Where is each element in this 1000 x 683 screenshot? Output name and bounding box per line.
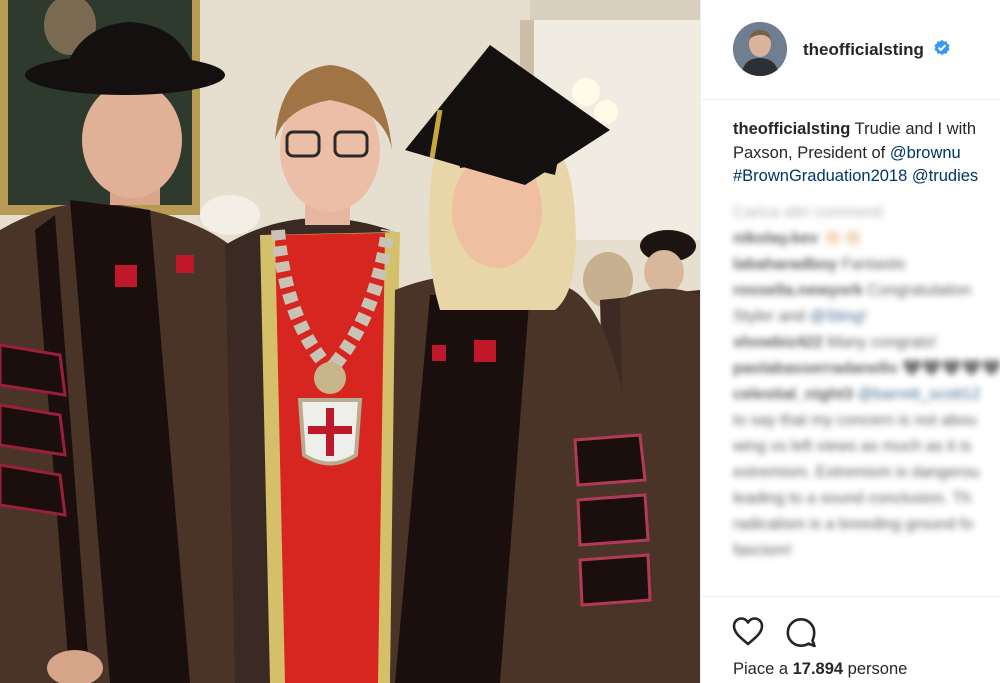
post-actions: Piace a 17.894 persone: [701, 596, 1000, 683]
avatar[interactable]: [733, 22, 787, 76]
list-item: nikolay.kev 👏🏻👏🏻: [733, 230, 863, 247]
load-more-comments[interactable]: Carica altri commenti: [733, 200, 1000, 226]
comment-username[interactable]: celestial_night3: [733, 386, 853, 403]
comment-mention[interactable]: @Sting!: [809, 308, 866, 325]
post-side-panel: theofficialsting theofficialsting Trudie…: [700, 0, 1000, 683]
list-item: leading to a sound conclusion. Th: [733, 490, 972, 507]
speech-bubble-icon[interactable]: [784, 615, 818, 649]
caption-mention-trudie[interactable]: @trudies: [912, 167, 978, 185]
comments-list: Carica altri commenti nikolay.kev 👏🏻👏🏻 l…: [733, 200, 1000, 564]
photo-illustration: [0, 0, 700, 683]
list-item: radicalism is a breeding ground fo: [733, 516, 974, 533]
post-header: theofficialsting: [701, 0, 1000, 100]
likes-count-text[interactable]: Piace a 17.894 persone: [733, 660, 907, 679]
comment-username[interactable]: labaharadboy: [733, 256, 837, 273]
post-photo[interactable]: [0, 0, 700, 683]
comment-username[interactable]: rossella.newyork: [733, 282, 863, 299]
list-item: to say that my concern is not abou: [733, 412, 977, 429]
comment-mention[interactable]: @barrett_scott12: [858, 386, 981, 403]
list-item: paolabasserradanello 🖤🖤🖤🖤🖤: [733, 360, 1000, 377]
list-item: wing vs left views as much as it is: [733, 438, 972, 455]
list-item: labaharadboy Fantastic: [733, 256, 907, 273]
caption-username[interactable]: theofficialsting: [733, 120, 850, 138]
comment-username[interactable]: paolabasserradanello: [733, 360, 898, 377]
likes-number: 17.894: [792, 660, 844, 678]
list-item: rossella.newyork Congratulation: [733, 282, 972, 299]
caption-hashtag[interactable]: #BrownGraduation2018: [733, 167, 907, 185]
caption-text-line1: Trudie and I with: [850, 120, 976, 138]
heart-icon[interactable]: [731, 615, 765, 649]
comment-username[interactable]: showbiz422: [733, 334, 823, 351]
list-item: showbiz422 Many congrats!: [733, 334, 937, 351]
comment-username[interactable]: nikolay.kev: [733, 230, 818, 247]
list-item: fascism!: [733, 542, 792, 559]
avatar-image: [733, 22, 787, 76]
header-username[interactable]: theofficialsting: [803, 40, 924, 60]
post-caption: theofficialsting Trudie and I with Paxso…: [733, 118, 1000, 189]
list-item: Styler and @Sting!: [733, 308, 867, 325]
caption-mention-brownu[interactable]: @brownu: [890, 144, 961, 162]
verified-badge-icon: [934, 39, 950, 56]
caption-text-line2: Paxson, President of: [733, 143, 890, 162]
list-item: celestial_night3 @barrett_scott12: [733, 382, 1000, 408]
list-item: extremism. Extremism is dangerou: [733, 464, 980, 481]
